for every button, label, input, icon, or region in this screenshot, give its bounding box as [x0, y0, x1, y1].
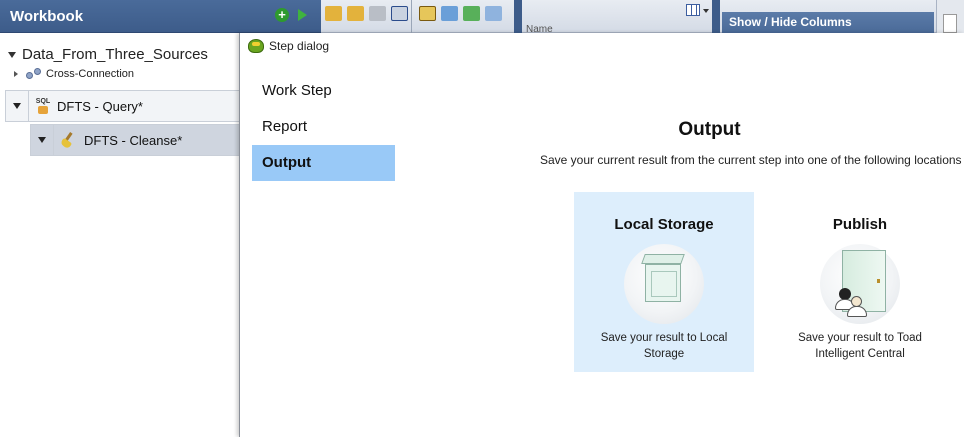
properties-icon[interactable]: [419, 6, 436, 21]
workbook-panel: Data_From_Three_Sources Cross-Connection…: [0, 0, 245, 437]
cross-connection-icon: [26, 68, 42, 80]
expand-arrow-icon[interactable]: [8, 52, 16, 59]
wand-icon[interactable]: [325, 6, 342, 21]
step-row-query[interactable]: SQL DFTS - Query*: [5, 90, 245, 122]
app-window: Data_From_Three_Sources Cross-Connection…: [0, 0, 964, 437]
checkbox[interactable]: [943, 14, 957, 33]
step-dropdown-icon[interactable]: [31, 125, 53, 155]
option-title: Publish: [832, 216, 888, 233]
add-icon[interactable]: +: [275, 8, 289, 22]
copy-icon[interactable]: [485, 6, 502, 21]
local-storage-option[interactable]: Local Storage Save your result to Local …: [574, 192, 754, 372]
output-description: Save your current result from the curren…: [540, 153, 962, 167]
option-title: Local Storage: [614, 216, 714, 233]
step-dialog: Step dialog Work Step Report Output Outp…: [239, 33, 964, 437]
tree-connection-item[interactable]: Cross-Connection: [14, 68, 134, 80]
panel-splitter[interactable]: [514, 0, 522, 33]
sql-icon: SQL: [35, 98, 51, 114]
export-icon[interactable]: [463, 6, 480, 21]
output-heading: Output: [678, 119, 741, 140]
step-row-cleanse[interactable]: DFTS - Cleanse*: [30, 124, 245, 156]
publish-option[interactable]: Publish Save your result to Toad Intelli…: [770, 192, 950, 372]
delete-icon[interactable]: [391, 6, 408, 21]
panel-splitter[interactable]: [712, 0, 720, 33]
step-label: DFTS - Query*: [57, 98, 143, 114]
nav-item-output[interactable]: Output: [252, 145, 395, 181]
toad-icon: [248, 39, 264, 53]
option-description: Save your result to Local Storage: [600, 332, 728, 360]
wand-icon[interactable]: [347, 6, 364, 21]
divider: [28, 91, 29, 121]
local-storage-icon: [624, 244, 704, 324]
show-hide-columns-header: Show / Hide Columns: [722, 12, 934, 33]
step-label: DFTS - Cleanse*: [84, 132, 183, 148]
wand-disabled-icon: [369, 6, 386, 21]
nav-item-work-step[interactable]: Work Step: [252, 73, 395, 109]
run-icon[interactable]: [298, 9, 307, 21]
tree-root-label: Data_From_Three_Sources: [22, 46, 208, 63]
workbook-title: Workbook: [10, 8, 84, 25]
grid-view-icon[interactable]: [686, 4, 700, 16]
import-icon[interactable]: [441, 6, 458, 21]
divider: [53, 125, 54, 155]
dialog-titlebar[interactable]: Step dialog: [240, 33, 964, 59]
chevron-down-icon[interactable]: [703, 9, 709, 13]
connection-label: Cross-Connection: [46, 68, 135, 80]
step-dropdown-icon[interactable]: [6, 91, 28, 121]
dialog-title: Step dialog: [269, 39, 330, 53]
collapse-arrow-icon[interactable]: [14, 71, 18, 77]
option-description: Save your result to Toad Intelligent Cen…: [798, 332, 922, 360]
publish-server-icon: [820, 244, 900, 324]
divider: [411, 0, 412, 33]
tree-root-item[interactable]: Data_From_Three_Sources: [8, 46, 208, 63]
side-strip: [936, 0, 964, 33]
broom-icon: [59, 132, 76, 150]
workbook-header: Workbook +: [0, 0, 321, 33]
